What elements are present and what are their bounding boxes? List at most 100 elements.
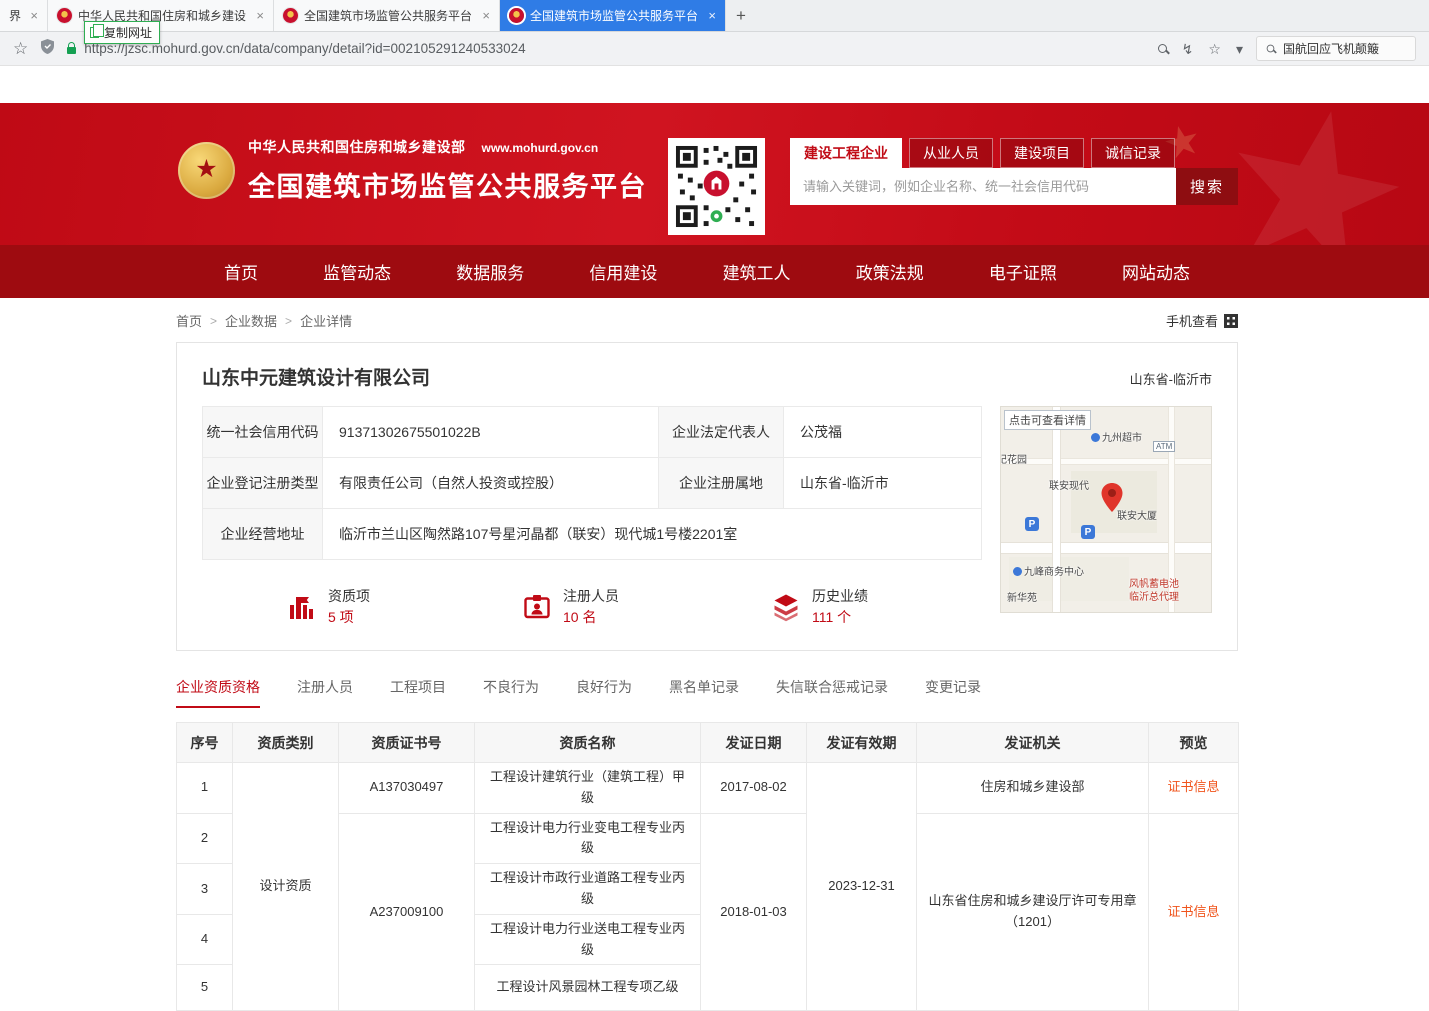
nav-item-workers[interactable]: 建筑工人 [723,259,791,284]
new-tab-button[interactable]: + [726,0,756,31]
stat-label: 资质项 [328,586,370,607]
ministry-name: 中华人民共和国住房和城乡建设部 [248,137,466,157]
stat-value: 10 名 [563,607,619,628]
cell-seq: 4 [177,914,233,965]
tab-close-icon[interactable]: × [256,8,264,23]
nav-item-data-service[interactable]: 数据服务 [456,259,524,284]
tab-close-icon[interactable]: × [482,8,490,23]
breadcrumb-separator: > [210,314,217,328]
credit-code-value: 91371302675501022B [323,407,659,458]
col-category: 资质类别 [233,723,339,763]
main-navigation: 首页 监管动态 数据服务 信用建设 建筑工人 政策法规 电子证照 网站动态 [0,245,1429,298]
shield-icon[interactable] [41,39,54,59]
chevron-down-icon[interactable]: ▾ [1236,42,1243,56]
search-tab-personnel[interactable]: 从业人员 [909,138,993,168]
search-button[interactable]: 搜索 [1176,168,1238,205]
map-label-atm: ATM [1153,441,1175,452]
col-issue-date: 发证日期 [701,723,807,763]
tab-good-behavior[interactable]: 良好行为 [576,677,632,708]
breadcrumb-home[interactable]: 首页 [176,311,202,330]
browser-tab-mohurd[interactable]: 中华人民共和国住房和城乡建设 × [48,0,274,31]
cell-name: 工程设计电力行业变电工程专业丙级 [475,813,701,864]
stat-historical-performance[interactable]: 历史业绩 111 个 [771,586,868,628]
zoom-icon[interactable] [1158,44,1167,53]
certificate-info-link[interactable]: 证书信息 [1167,779,1219,794]
ministry-website: www.mohurd.gov.cn [482,141,599,155]
favorite-star-icon[interactable]: ☆ [1208,42,1221,56]
map-label-battery: 风帆蓄电池 临沂总代理 [1129,579,1179,604]
map-road [1001,543,1211,553]
cell-authority: 山东省住房和城乡建设厅许可专用章（1201） [917,813,1149,1011]
tab-title: 全国建筑市场监管公共服务平台 [304,7,476,24]
copy-url-tooltip[interactable]: 复制网址 [84,21,160,44]
cell-category: 设计资质 [233,763,339,1011]
tab-close-icon[interactable]: × [30,8,38,23]
cell-authority: 住房和城乡建设部 [917,763,1149,814]
copy-icon [90,27,99,38]
stat-qualifications[interactable]: 资质项 5 项 [287,586,370,628]
tab-registered-personnel[interactable]: 注册人员 [297,677,353,708]
site-header: ★ ★ ★ 中华人民共和国住房和城乡建设部 www.mohurd.gov.cn … [0,103,1429,245]
map-pin-icon [1101,483,1123,518]
certificate-info-link[interactable]: 证书信息 [1167,904,1219,919]
url-field[interactable]: https://jzsc.mohurd.gov.cn/data/company/… [67,41,1144,56]
breadcrumb: 首页 > 企业数据 > 企业详情 [176,311,352,330]
search-tab-project[interactable]: 建设项目 [1000,138,1084,168]
tab-title: 界 [9,7,24,24]
cell-name: 工程设计电力行业送电工程专业丙级 [475,914,701,965]
browser-tab-partial[interactable]: 界 × [0,0,48,31]
table-header-row: 序号 资质类别 资质证书号 资质名称 发证日期 发证有效期 发证机关 预览 [177,723,1239,763]
tab-close-icon[interactable]: × [708,8,716,23]
tab-change-records[interactable]: 变更记录 [925,677,981,708]
browser-tab-jzsc-active[interactable]: 全国建筑市场监管公共服务平台 × [500,0,726,31]
nav-item-credit[interactable]: 信用建设 [589,259,657,284]
map-label-lianan-modern: 联安现代 [1049,477,1089,492]
tab-qualifications[interactable]: 企业资质资格 [176,677,260,708]
col-name: 资质名称 [475,723,701,763]
flash-extension-icon[interactable]: ↯ [1182,42,1194,56]
cell-seq: 3 [177,864,233,915]
nav-item-supervision[interactable]: 监管动态 [323,259,391,284]
browser-search-box[interactable]: 国航回应飞机颠簸 [1256,36,1416,61]
legal-rep-value: 公茂福 [784,407,982,458]
nav-item-site-news[interactable]: 网站动态 [1122,259,1190,284]
tab-projects[interactable]: 工程项目 [390,677,446,708]
nav-item-home[interactable]: 首页 [224,259,258,284]
cell-name: 工程设计风景园林工程专项乙级 [475,965,701,1011]
site-brand: ★ 中华人民共和国住房和城乡建设部 www.mohurd.gov.cn 全国建筑… [178,137,647,204]
company-stats: 资质项 5 项 注册人员 10 名 历史业绩 111 个 [287,586,982,628]
mobile-view-button[interactable]: 手机查看 [1166,311,1238,330]
keyword-search-input[interactable] [790,168,1176,205]
cell-seq: 2 [177,813,233,864]
detail-tab-bar: 企业资质资格 注册人员 工程项目 不良行为 良好行为 黑名单记录 失信联合惩戒记… [176,677,1238,708]
map-label-supermarket: 九州超市 [1091,429,1142,444]
tab-blacklist[interactable]: 黑名单记录 [669,677,739,708]
company-location-map[interactable]: 点击可查看详情 九州超市 ATM 纪花园 联安现代 联安大厦 九峰商务中心 新华… [1000,406,1212,613]
map-road [1001,459,1211,464]
id-badge-icon [522,592,552,622]
search-tab-enterprise[interactable]: 建设工程企业 [790,138,902,168]
reg-region-value: 山东省-临沂市 [784,458,982,509]
col-cert-no: 资质证书号 [339,723,475,763]
breadcrumb-company-detail[interactable]: 企业详情 [300,311,352,330]
nav-item-e-license[interactable]: 电子证照 [989,259,1057,284]
search-tab-credit[interactable]: 诚信记录 [1091,138,1175,168]
map-road [1053,407,1060,612]
cell-issue-date: 2018-01-03 [701,813,807,1011]
gov-favicon-icon [509,8,524,23]
secure-lock-icon [67,47,76,54]
col-preview: 预览 [1149,723,1239,763]
stat-value: 5 项 [328,607,370,628]
tab-dishonesty-records[interactable]: 失信联合惩戒记录 [776,677,888,708]
tab-bad-behavior[interactable]: 不良行为 [483,677,539,708]
nav-item-policy[interactable]: 政策法规 [856,259,924,284]
stat-registered-personnel[interactable]: 注册人员 10 名 [522,586,619,628]
col-seq: 序号 [177,723,233,763]
credit-code-label: 统一社会信用代码 [203,407,323,458]
breadcrumb-company-data[interactable]: 企业数据 [225,311,277,330]
bookmark-star-icon[interactable]: ☆ [13,40,28,57]
browser-tab-jzsc-1[interactable]: 全国建筑市场监管公共服务平台 × [274,0,500,31]
cell-name: 工程设计建筑行业（建筑工程）甲级 [475,763,701,814]
parking-icon: P [1081,525,1095,539]
cell-issue-date: 2017-08-02 [701,763,807,814]
